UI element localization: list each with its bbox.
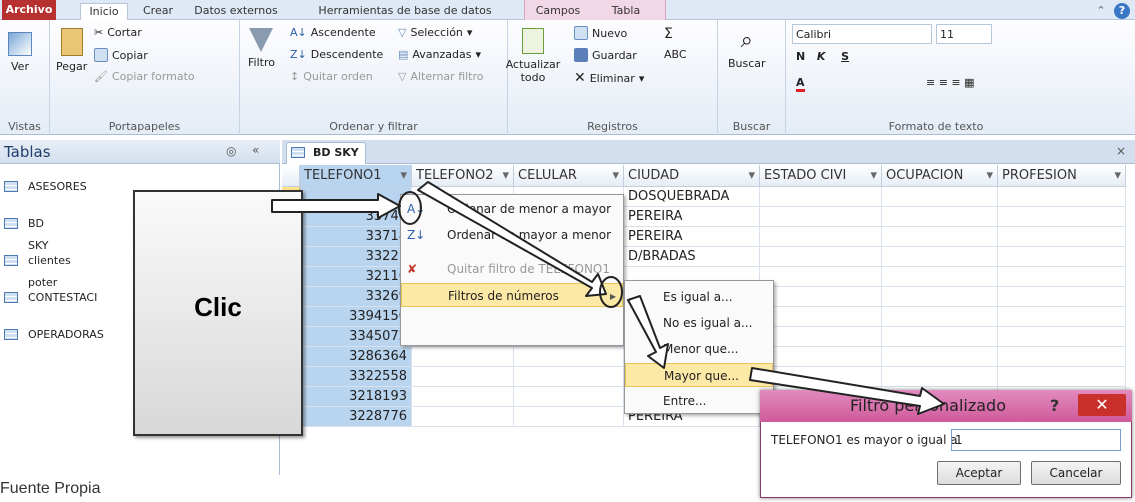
arrow-to-mayor-que xyxy=(627,295,669,369)
arrow-to-sort xyxy=(271,193,401,219)
highlight-sort-icon xyxy=(398,191,422,225)
arrow-to-dialog xyxy=(749,367,945,415)
annotation-arrows xyxy=(271,181,945,415)
arrow-to-number-filters xyxy=(417,181,607,297)
